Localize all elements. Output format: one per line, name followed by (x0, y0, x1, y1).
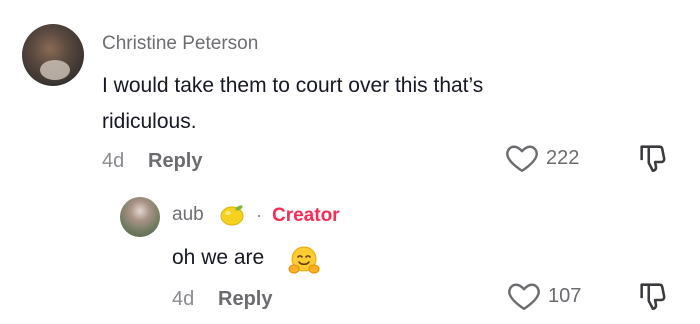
creator-badge: Creator (272, 205, 340, 226)
avatar[interactable] (22, 24, 84, 86)
lemon-emoji-icon (217, 201, 247, 234)
comment-age: 4d (102, 150, 125, 172)
reply-button[interactable]: Reply (148, 150, 202, 173)
reply-username[interactable]: aub (172, 204, 204, 226)
thumbs-down-icon (640, 283, 666, 311)
heart-outline-icon (508, 283, 540, 310)
reply-like-count: 107 (548, 284, 582, 307)
comment-username[interactable]: Christine Peterson (102, 33, 258, 55)
reply-avatar[interactable] (120, 197, 160, 237)
heart-outline-icon (506, 145, 538, 172)
hugging-face-emoji-icon (288, 244, 320, 281)
comment-text-line1: I would take them to court over this tha… (102, 74, 484, 97)
thumbs-down-icon (640, 145, 666, 173)
reply-age: 4d (172, 288, 195, 310)
reply-like-button[interactable]: 107 (506, 278, 581, 314)
like-count: 222 (546, 146, 580, 169)
reply-dislike-button[interactable] (636, 279, 670, 318)
reply-reply-button[interactable]: Reply (218, 288, 272, 311)
dislike-button[interactable] (636, 141, 670, 180)
comment-text-line2: ridiculous. (102, 110, 197, 133)
separator-dot: · (256, 205, 262, 225)
reply-text: oh we are (172, 246, 265, 269)
like-button[interactable]: 222 (504, 140, 579, 176)
